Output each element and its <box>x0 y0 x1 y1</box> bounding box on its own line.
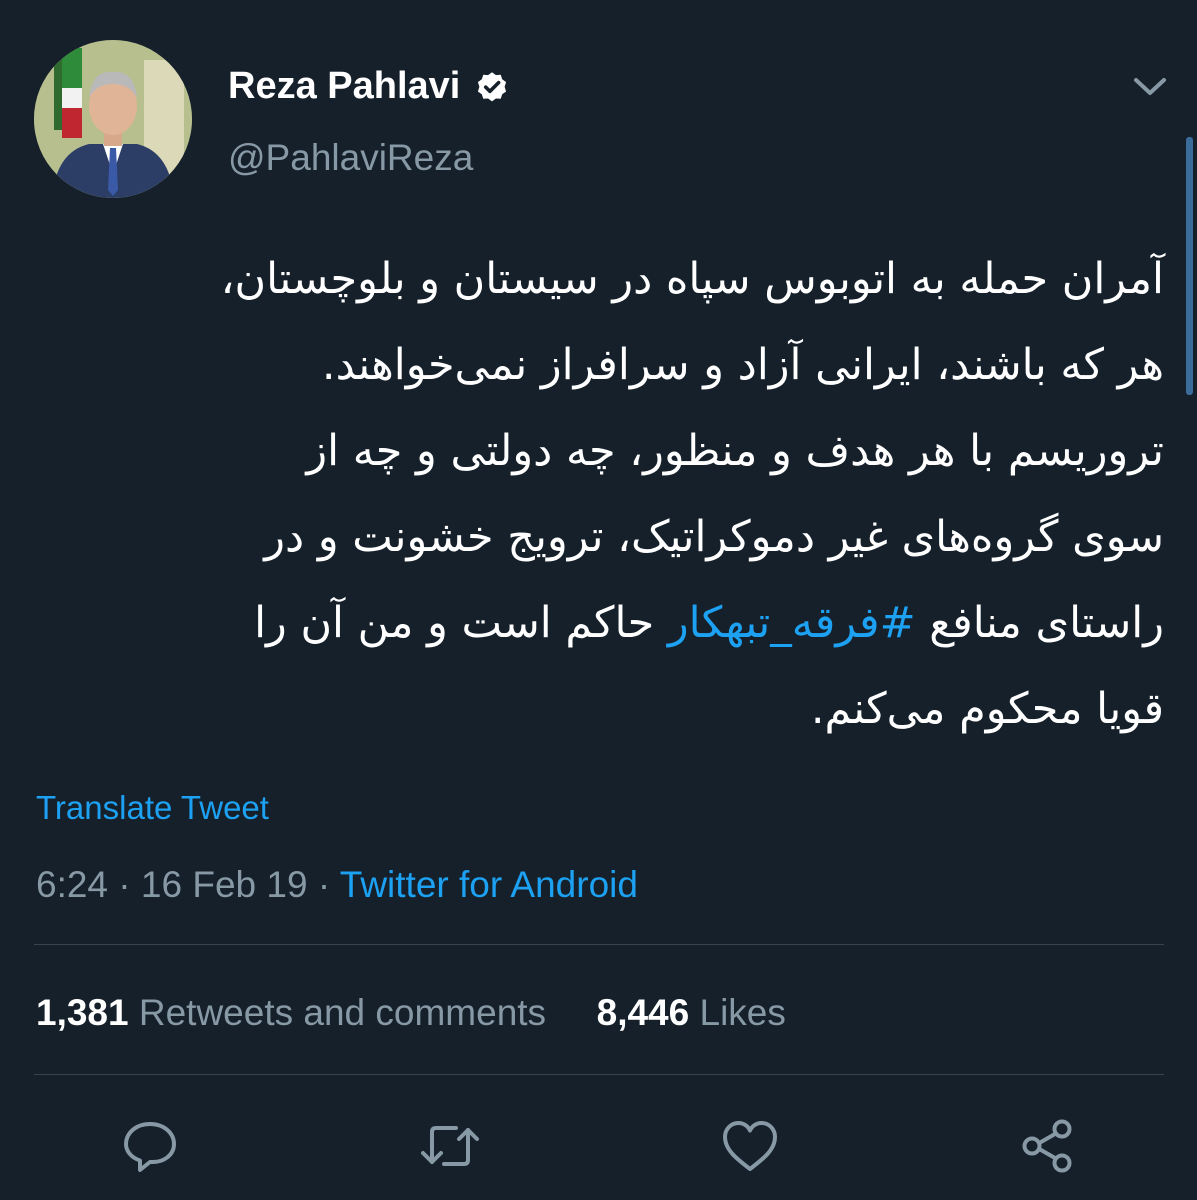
tweet-line-with-hashtag: راستای منافع #فرقه_تبهکار حاکم است و من … <box>34 580 1164 666</box>
tweet-time: 6:24 <box>36 864 109 905</box>
meta-separator: · <box>108 864 141 905</box>
tweet-line-start: راستای منافع <box>915 598 1164 648</box>
meta-separator: · <box>307 864 340 905</box>
display-name[interactable]: Reza Pahlavi <box>228 60 510 112</box>
like-icon[interactable] <box>720 1116 780 1176</box>
retweets-label: Retweets and comments <box>138 992 547 1033</box>
tweet-text: آمران حمله به اتوبوس سپاه در سیستان و بل… <box>34 236 1164 752</box>
likes-stat[interactable]: 8,446 Likes <box>597 992 786 1033</box>
retweets-stat[interactable]: 1,381 Retweets and comments <box>36 992 546 1033</box>
tweet-line: هر که باشند، ایرانی آزاد و سرافراز نمی‌خ… <box>321 340 1164 390</box>
translate-tweet-link[interactable]: Translate Tweet <box>36 784 269 832</box>
likes-count: 8,446 <box>596 992 690 1033</box>
tweet-source-link[interactable]: Twitter for Android <box>340 864 638 905</box>
tweet-line: قویا محکوم می‌کنم. <box>810 684 1164 734</box>
scrollbar-thumb[interactable] <box>1186 137 1193 395</box>
verified-badge-icon <box>474 68 510 104</box>
tweet-date[interactable]: 16 Feb 19 <box>141 864 308 905</box>
retweet-icon[interactable] <box>420 1116 480 1176</box>
chevron-down-icon[interactable] <box>1128 68 1172 104</box>
tweet-line-end: حاکم است و من آن را <box>254 598 668 648</box>
tweet-meta: 6:24 · 16 Feb 19 · Twitter for Android <box>36 858 638 912</box>
avatar[interactable] <box>34 40 192 198</box>
tweet-line: تروریسم با هر هدف و منظور، چه دولتی و چه… <box>306 426 1164 476</box>
retweets-count: 1,381 <box>36 992 129 1033</box>
hashtag-link[interactable]: #فرقه_تبهکار <box>668 598 916 648</box>
divider <box>34 1074 1164 1075</box>
tweet-line: سوی گروه‌های غیر دموکراتیک، ترویج خشونت … <box>264 512 1164 562</box>
display-name-text[interactable]: Reza Pahlavi <box>228 60 460 112</box>
share-icon[interactable] <box>1018 1116 1078 1176</box>
tweet-stats: 1,381 Retweets and comments 8,446 Likes <box>36 986 786 1040</box>
likes-label: Likes <box>699 992 786 1033</box>
tweet-line: آمران حمله به اتوبوس سپاه در سیستان و بل… <box>220 254 1164 304</box>
divider <box>34 944 1164 945</box>
reply-icon[interactable] <box>120 1116 180 1176</box>
user-handle[interactable]: @PahlaviReza <box>228 133 473 183</box>
